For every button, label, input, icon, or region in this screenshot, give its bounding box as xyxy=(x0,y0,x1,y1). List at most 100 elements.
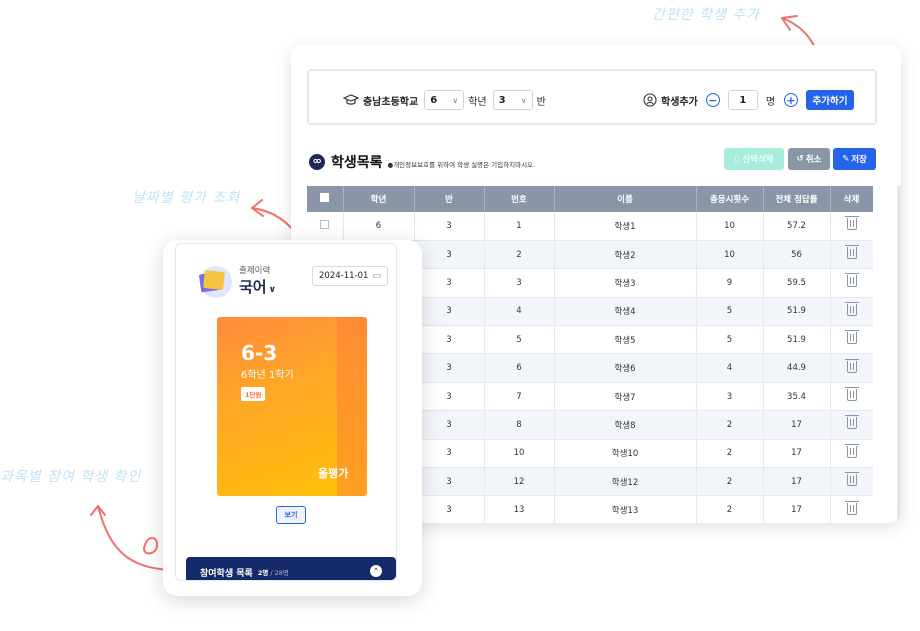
cell-name: 학생3 xyxy=(554,268,697,298)
cell-rate: 51.9 xyxy=(763,297,831,327)
cell-number: 7 xyxy=(484,382,555,412)
checkbox-icon xyxy=(320,219,330,229)
exam-history-panel: 출제이력 국어 ∨ 2024-11-01 ▭ 6-3 6학년 1학기 1단원 올평가… xyxy=(175,243,397,581)
delete-row-button[interactable] xyxy=(830,325,873,355)
cell-name: 학생5 xyxy=(554,325,697,355)
cell-class: 3 xyxy=(414,268,485,298)
delete-row-button[interactable] xyxy=(830,410,873,440)
cell-name: 학생4 xyxy=(554,297,697,327)
cell-rate: 51.9 xyxy=(763,325,831,355)
trash-icon xyxy=(844,358,859,373)
undo-icon: ↺ xyxy=(796,154,804,164)
brand-logo: 올평가 xyxy=(318,467,349,480)
cancel-label: 취소 xyxy=(805,155,822,165)
cover-semester: 6학년 1학기 xyxy=(241,370,294,381)
cell-name: 학생8 xyxy=(554,410,697,440)
cell-class: 3 xyxy=(414,353,485,383)
delete-row-button[interactable] xyxy=(830,268,873,298)
cell-name: 학생6 xyxy=(554,353,697,383)
participants-title: 참여학생 목록 xyxy=(200,568,253,579)
table-header-row: 학년 반 번호 이름 총응시횟수 전체 정답률 삭제 xyxy=(307,186,873,212)
trash-icon xyxy=(844,443,859,458)
cell-grade: 6 xyxy=(343,212,415,241)
column-header[interactable]: 학년 xyxy=(343,186,415,212)
view-button[interactable]: 보기 xyxy=(276,506,306,524)
cell-rate: 17 xyxy=(763,410,831,440)
delete-row-button[interactable] xyxy=(830,382,873,412)
cell-rate: 44.9 xyxy=(763,353,831,383)
trash-icon xyxy=(844,330,859,345)
column-header[interactable]: 반 xyxy=(414,186,485,212)
cell-class: 3 xyxy=(414,325,485,355)
delete-selected-label: 선택삭제 xyxy=(742,155,774,165)
cell-name: 학생2 xyxy=(554,240,697,270)
delete-row-button[interactable] xyxy=(830,439,873,469)
column-header[interactable]: 이름 xyxy=(554,186,697,212)
cell-number: 5 xyxy=(484,325,555,355)
add-button[interactable]: 추가하기 xyxy=(806,90,855,110)
chevron-down-icon: ∨ xyxy=(452,95,459,105)
cell-number: 8 xyxy=(484,410,555,440)
class-select[interactable]: 3 ∨ xyxy=(492,90,533,110)
cell-number: 13 xyxy=(484,495,555,523)
annotation-date-query: 날짜별 평가 조회 xyxy=(132,190,241,206)
cell-number: 2 xyxy=(484,240,555,270)
cell-class: 3 xyxy=(414,382,485,412)
student-list-title: 학생목록 xyxy=(331,155,383,171)
cancel-button[interactable]: ↺ 취소 xyxy=(788,148,830,170)
cell-attempts: 5 xyxy=(696,297,764,327)
column-header: 삭제 xyxy=(830,186,873,212)
cell-name: 학생1 xyxy=(554,212,697,241)
add-student-label: 학생추가 xyxy=(661,96,698,108)
cell-class: 3 xyxy=(414,297,485,327)
edit-icon: ✎ xyxy=(842,154,850,164)
delete-row-button[interactable] xyxy=(830,212,873,241)
table-scrollbar[interactable] xyxy=(897,186,901,523)
cell-class: 3 xyxy=(414,439,485,469)
cell-attempts: 2 xyxy=(696,439,764,469)
decrement-button[interactable]: − xyxy=(705,93,720,107)
delete-row-button[interactable] xyxy=(830,495,873,523)
cell-attempts: 4 xyxy=(696,353,764,383)
delete-selected-button[interactable]: ▯ 선택삭제 xyxy=(724,148,784,170)
grade-label: 학년 xyxy=(468,96,487,108)
cell-rate: 17 xyxy=(763,467,831,497)
grade-select[interactable]: 6 ∨ xyxy=(424,90,465,110)
trash-icon xyxy=(844,415,859,430)
save-button[interactable]: ✎ 저장 xyxy=(833,148,876,170)
delete-row-button[interactable] xyxy=(830,240,873,270)
textbook-cover[interactable]: 6-3 6학년 1학기 1단원 올평가 xyxy=(217,317,367,496)
select-all-checkbox[interactable] xyxy=(307,186,344,212)
date-value: 2024-11-01 xyxy=(319,271,369,281)
trash-icon xyxy=(844,387,859,402)
chevron-down-icon: ∨ xyxy=(268,285,276,295)
trash-icon: ▯ xyxy=(734,154,740,164)
subject-dropdown[interactable]: 국어 ∨ xyxy=(239,276,276,297)
delete-row-button[interactable] xyxy=(830,467,873,497)
cell-rate: 17 xyxy=(763,495,831,523)
trash-icon xyxy=(844,500,859,515)
row-checkbox[interactable] xyxy=(307,212,344,241)
increment-button[interactable]: + xyxy=(784,93,799,107)
column-header[interactable]: 전체 정답률 xyxy=(763,186,831,212)
column-header[interactable]: 번호 xyxy=(484,186,555,212)
cell-name: 학생10 xyxy=(554,439,697,469)
subject-value: 국어 xyxy=(239,278,267,296)
delete-row-button[interactable] xyxy=(830,297,873,327)
column-header[interactable]: 총응시횟수 xyxy=(696,186,764,212)
calendar-icon: ▭ xyxy=(372,271,381,281)
delete-row-button[interactable] xyxy=(830,353,873,383)
participants-bar[interactable]: 참여학생 목록 2명 / 28명 ⌃ xyxy=(186,557,396,580)
chevron-up-icon[interactable]: ⌃ xyxy=(370,565,382,577)
unit-badge: 1단원 xyxy=(241,387,266,401)
cell-attempts: 10 xyxy=(696,240,764,270)
trash-icon xyxy=(844,245,859,260)
student-list-header: 학생목록 ●개인정보보호를 위하여 학생 실명은 기입하지마시오. xyxy=(309,152,535,172)
book-icon xyxy=(199,266,232,298)
exam-history-card: 출제이력 국어 ∨ 2024-11-01 ▭ 6-3 6학년 1학기 1단원 올평가… xyxy=(163,240,422,596)
cell-attempts: 2 xyxy=(696,410,764,440)
cell-attempts: 2 xyxy=(696,467,764,497)
cell-number: 10 xyxy=(484,439,555,469)
date-picker[interactable]: 2024-11-01 ▭ xyxy=(312,266,388,286)
student-count-input[interactable]: 1 xyxy=(727,90,758,110)
